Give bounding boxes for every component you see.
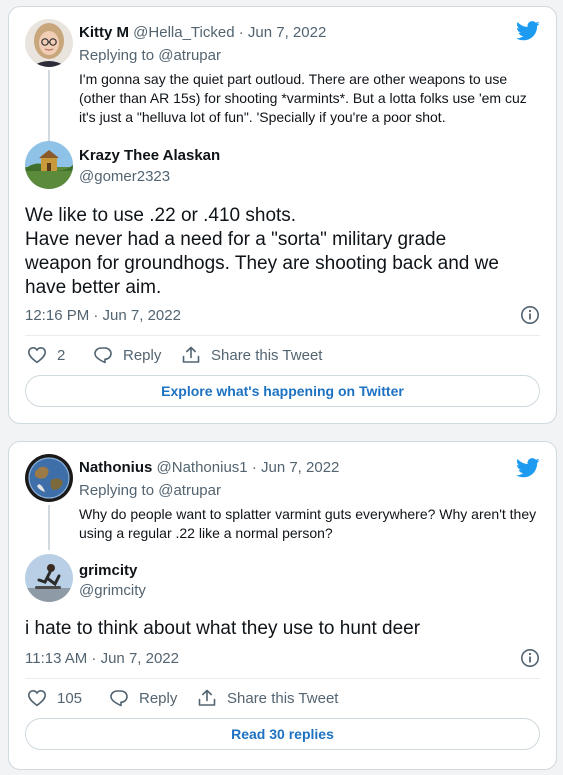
reply-label: Reply [123, 346, 162, 364]
tweet-text: We like to use .22 or .410 shots. Have n… [25, 204, 545, 300]
share-label: Share this Tweet [211, 346, 323, 364]
share-label: Share this Tweet [227, 689, 339, 707]
reply-button[interactable]: Reply [109, 688, 177, 708]
like-count: 2 [57, 346, 66, 364]
reply-button[interactable]: Reply [93, 345, 161, 365]
quoted-author-name[interactable]: Kitty M [79, 24, 129, 41]
author-handle[interactable]: @grimcity [79, 582, 146, 599]
speech-bubble-icon [94, 347, 112, 364]
avatar[interactable] [25, 554, 73, 602]
replying-to[interactable]: Replying to @atrupar [79, 47, 221, 64]
quoted-date[interactable]: Jun 7, 2022 [248, 24, 326, 41]
author-name[interactable]: grimcity [79, 562, 137, 579]
twitter-bird-icon[interactable] [516, 21, 540, 41]
quoted-tweet-text: Why do people want to splatter varmint g… [79, 506, 537, 541]
quoted-tweet-text: I'm gonna say the quiet part outloud. Th… [79, 71, 527, 125]
avatar[interactable] [25, 454, 73, 502]
tweet-text-line: We like to use .22 or .410 shots. [25, 205, 297, 226]
thread-line [48, 70, 50, 143]
twitter-bird-icon[interactable] [516, 458, 540, 478]
quoted-date[interactable]: Jun 7, 2022 [261, 459, 339, 476]
speech-bubble-icon [110, 690, 128, 707]
share-button[interactable]: Share this Tweet [197, 688, 338, 708]
info-icon[interactable] [520, 648, 540, 668]
like-count: 105 [57, 689, 83, 707]
tweet-timestamp[interactable]: 12:16 PM · Jun 7, 2022 [25, 307, 181, 324]
share-icon [198, 689, 216, 706]
quoted-tweet-header: Nathonius @Nathonius1 · Jun 7, 2022 [79, 459, 339, 476]
quoted-author-name[interactable]: Nathonius [79, 459, 152, 476]
like-button[interactable]: 105 [27, 688, 82, 708]
author-name[interactable]: Krazy Thee Alaskan [79, 147, 220, 164]
divider [25, 335, 540, 336]
tweet-text-line: Have never had a need for a "sorta" mili… [25, 229, 447, 250]
read-replies-button[interactable]: Read 30 replies [25, 718, 540, 750]
replying-to[interactable]: Replying to @atrupar [79, 482, 221, 499]
explore-twitter-button[interactable]: Explore what's happening on Twitter [25, 375, 540, 407]
tweet-text-line: weapon for groundhogs. They are shooting… [25, 253, 499, 274]
heart-icon [27, 689, 47, 707]
quoted-author-handle[interactable]: @Hella_Ticked [133, 24, 234, 41]
divider [25, 678, 540, 679]
separator: · [238, 24, 244, 41]
tweet-card: Kitty M @Hella_Ticked · Jun 7, 2022 Repl… [8, 6, 557, 424]
quoted-tweet-header: Kitty M @Hella_Ticked · Jun 7, 2022 [79, 24, 326, 41]
tweet-timestamp[interactable]: 11:13 AM · Jun 7, 2022 [25, 650, 179, 667]
tweet-text: i hate to think about what they use to h… [25, 617, 545, 641]
avatar[interactable] [25, 141, 73, 189]
tweet-text-line: i hate to think about what they use to h… [25, 618, 421, 639]
share-button[interactable]: Share this Tweet [181, 345, 322, 365]
author-handle[interactable]: @gomer2323 [79, 168, 170, 185]
thread-line [48, 505, 50, 550]
tweet-card: Nathonius @Nathonius1 · Jun 7, 2022 Repl… [8, 441, 557, 770]
heart-icon [27, 346, 47, 364]
reply-label: Reply [139, 689, 178, 707]
quoted-author-handle[interactable]: @Nathonius1 [157, 459, 248, 476]
info-icon[interactable] [520, 305, 540, 325]
share-icon [182, 346, 200, 363]
separator: · [251, 459, 257, 476]
like-button[interactable]: 2 [27, 345, 65, 365]
avatar[interactable] [25, 19, 73, 67]
tweet-text-line: have better aim. [25, 277, 162, 298]
